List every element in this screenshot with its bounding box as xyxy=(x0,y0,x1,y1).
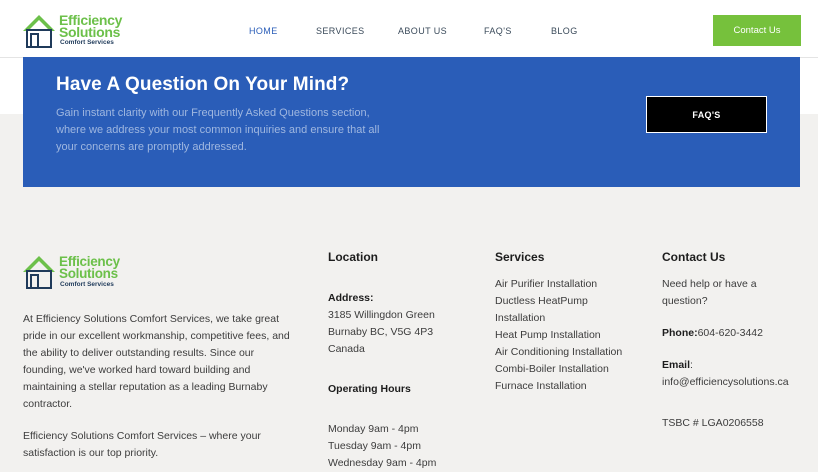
service-link-air-conditioning[interactable]: Air Conditioning Installation xyxy=(495,346,622,358)
service-link-air-purifier[interactable]: Air Purifier Installation xyxy=(495,278,597,290)
about-line: satisfaction is our top priority. xyxy=(23,447,159,459)
banner-description: Gain instant clarity with our Frequently… xyxy=(56,105,401,156)
address-label: Address: xyxy=(328,292,374,304)
email-label-row: Email: xyxy=(662,359,693,371)
email-address[interactable]: info@efficiencysolutions.ca xyxy=(662,376,789,388)
site-header: Efficiency Solutions Comfort Services HO… xyxy=(0,0,818,58)
hours-line: Wednesday 9am - 4pm xyxy=(328,457,437,469)
banner-description-line: your concerns are promptly addressed. xyxy=(56,141,247,153)
house-logo-icon xyxy=(23,15,55,48)
phone-row: Phone:604-620-3442 xyxy=(662,327,763,339)
tsbc-number: TSBC # LGA0206558 xyxy=(662,417,764,429)
service-link-ductless-heatpump[interactable]: Ductless HeatPump xyxy=(495,295,588,307)
logo-word-solutions: Solutions xyxy=(59,266,118,281)
footer-logo[interactable]: Efficiency Solutions Comfort Services xyxy=(22,254,128,290)
about-paragraph: At Efficiency Solutions Comfort Services… xyxy=(23,311,313,413)
header-logo[interactable]: Efficiency Solutions Comfort Services xyxy=(22,12,128,49)
faq-banner: Have A Question On Your Mind? Gain insta… xyxy=(23,57,800,187)
email-label: Email xyxy=(662,359,691,371)
phone-number[interactable]: 604-620-3442 xyxy=(698,327,763,339)
nav-home[interactable]: HOME xyxy=(249,26,278,36)
logo-tagline: Comfort Services xyxy=(60,39,114,46)
service-link-heat-pump[interactable]: Heat Pump Installation xyxy=(495,329,601,341)
about-line: pride in our excellent workmanship, comp… xyxy=(23,330,290,342)
about-tagline-paragraph: Efficiency Solutions Comfort Services – … xyxy=(23,428,313,462)
contact-us-button[interactable]: Contact Us xyxy=(713,15,801,46)
service-link-ductless-heatpump-cont[interactable]: Installation xyxy=(495,312,545,324)
banner-description-line: where we address your most common inquir… xyxy=(56,124,380,136)
address-line: 3185 Willingdon Green xyxy=(328,309,435,321)
address-line: Burnaby BC, V5G 4P3 xyxy=(328,326,434,338)
nav-faqs[interactable]: FAQ'S xyxy=(484,26,512,36)
help-line: question? xyxy=(662,295,708,307)
about-line: maintaining a stellar reputation as a le… xyxy=(23,381,268,393)
about-line: founding, we've worked hard toward build… xyxy=(23,364,251,376)
banner-description-line: Gain instant clarity with our Frequently… xyxy=(56,107,370,119)
contact-heading: Contact Us xyxy=(662,250,726,264)
phone-label: Phone: xyxy=(662,327,698,339)
services-heading: Services xyxy=(495,250,545,264)
address-line: Canada xyxy=(328,343,365,355)
operating-hours-heading: Operating Hours xyxy=(328,383,411,395)
faqs-button[interactable]: FAQ'S xyxy=(646,96,767,133)
service-link-combi-boiler[interactable]: Combi-Boiler Installation xyxy=(495,363,609,375)
nav-about-us[interactable]: ABOUT US xyxy=(398,26,447,36)
logo-word-solutions: Solutions xyxy=(59,24,121,40)
about-line: contractor. xyxy=(23,398,73,410)
hours-line: Tuesday 9am - 4pm xyxy=(328,440,421,452)
email-colon: : xyxy=(690,359,693,371)
about-line: the ability to deliver outstanding resul… xyxy=(23,347,255,359)
nav-services[interactable]: SERVICES xyxy=(316,26,365,36)
banner-title: Have A Question On Your Mind? xyxy=(56,74,350,95)
nav-blog[interactable]: BLOG xyxy=(551,26,578,36)
hours-line: Monday 9am - 4pm xyxy=(328,423,419,435)
about-line: At Efficiency Solutions Comfort Services… xyxy=(23,313,279,325)
logo-tagline: Comfort Services xyxy=(60,281,114,288)
service-link-furnace[interactable]: Furnace Installation xyxy=(495,380,587,392)
help-line: Need help or have a xyxy=(662,278,757,290)
house-logo-icon xyxy=(23,256,55,289)
about-line: Efficiency Solutions Comfort Services – … xyxy=(23,430,261,442)
location-heading: Location xyxy=(328,250,378,264)
